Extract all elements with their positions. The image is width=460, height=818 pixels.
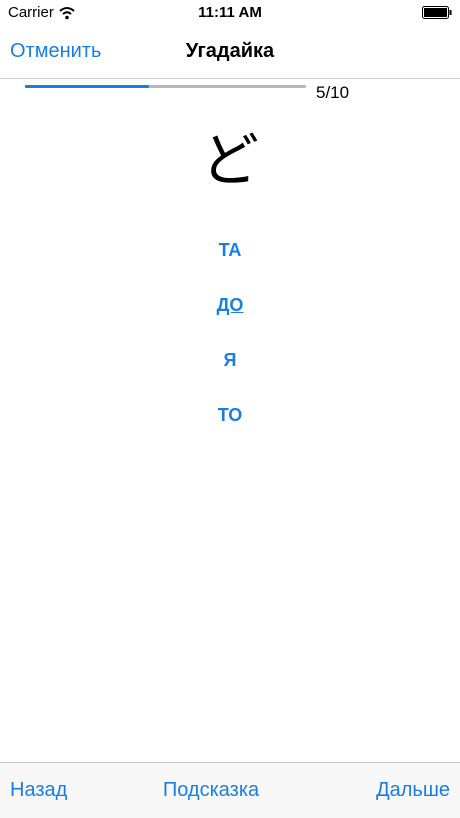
navigation-bar: Отменить Угадайка	[0, 26, 460, 79]
answer-option-ya[interactable]: Я	[0, 350, 460, 405]
answer-option-to[interactable]: ТО	[0, 405, 460, 460]
quiz-character: ど	[200, 126, 259, 194]
answer-option-do[interactable]: ДО	[0, 295, 460, 350]
answer-option-label: ТО	[217, 405, 243, 425]
status-time: 11:11 AM	[198, 4, 262, 21]
page-title: Угадайка	[185, 40, 275, 62]
progress-bar-fill	[25, 85, 149, 88]
answer-option-label: ТА	[218, 240, 242, 260]
answer-options: ТА ДО Я ТО	[0, 240, 460, 460]
answer-option-ta[interactable]: ТА	[0, 240, 460, 295]
answer-option-label: ДО	[216, 295, 244, 315]
status-bar: Carrier 11:11 AM	[0, 0, 460, 26]
bottom-toolbar: Назад Подсказка Дальше	[0, 762, 460, 818]
battery-full-icon	[422, 6, 452, 19]
progress-bar	[25, 85, 306, 88]
answer-option-label: Я	[223, 350, 237, 370]
next-button[interactable]: Дальше	[376, 779, 450, 802]
progress-counter: 5/10	[316, 83, 350, 102]
